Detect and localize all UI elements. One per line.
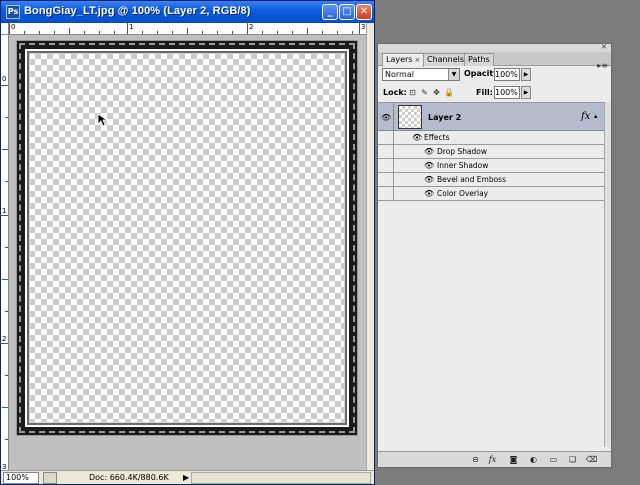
new-layer-icon[interactable]: ❏ (567, 455, 578, 465)
horizontal-ruler[interactable]: 0 1 2 3 (9, 22, 366, 35)
effect-visibility-col (378, 187, 394, 201)
status-bar: 100% Doc: 660.4K/880.6K ▶ (1, 470, 374, 484)
effect-label: Drop Shadow (437, 147, 488, 156)
eye-icon[interactable]: 👁 (424, 147, 434, 156)
group-icon[interactable]: ▭ (548, 455, 559, 465)
fill-label: Fill: (476, 88, 493, 97)
lock-transparent-icon[interactable]: ⊡ (408, 88, 417, 97)
frame-highlight (19, 43, 355, 433)
effects-header-row[interactable]: 👁 Effects (378, 131, 604, 145)
fill-field[interactable]: 100% (494, 86, 520, 99)
adjustment-icon[interactable]: ◐ (528, 455, 539, 465)
photoshop-icon: Ps (6, 5, 20, 19)
document-titlebar[interactable]: Ps BongGiay_LT.jpg @ 100% (Layer 2, RGB/… (1, 1, 374, 23)
tab-label: Layers (386, 55, 413, 64)
effect-visibility-col (378, 145, 394, 159)
doc-size-info: Doc: 660.4K/880.6K (89, 473, 169, 482)
effect-label: Color Overlay (437, 189, 489, 198)
eye-icon[interactable]: 👁 (412, 133, 422, 142)
fx-icon[interactable]: fx (487, 455, 498, 465)
expand-effects-icon[interactable]: ▴ (594, 112, 598, 120)
effect-row[interactable]: 👁 Color Overlay (378, 187, 604, 201)
effect-label: Inner Shadow (437, 161, 489, 170)
vertical-scrollbar[interactable] (366, 23, 374, 470)
chevron-down-icon: ▼ (448, 69, 459, 80)
blend-mode-value: Normal (385, 70, 414, 79)
blend-mode-select[interactable]: Normal ▼ (382, 68, 460, 81)
visibility-toggle[interactable]: 👁 (378, 103, 394, 131)
lock-row: Lock: ⊡ ✎ ✥ 🔒 Fill: 100% ▶ (382, 86, 608, 100)
canvas-area[interactable] (9, 35, 366, 470)
image-canvas[interactable] (17, 41, 357, 435)
effect-visibility-col (378, 159, 394, 173)
fill-slider-arrow-icon[interactable]: ▶ (521, 86, 531, 99)
ruler-origin[interactable] (1, 23, 9, 35)
eye-icon[interactable]: 👁 (424, 161, 434, 170)
lock-all-icon[interactable]: 🔒 (444, 88, 454, 97)
effect-row[interactable]: 👁 Bevel and Emboss (378, 173, 604, 187)
effects-header: Effects (424, 133, 450, 142)
layer-name[interactable]: Layer 2 (428, 113, 461, 122)
maximize-button[interactable]: □ (339, 4, 355, 20)
tab-channels[interactable]: Channels (423, 53, 469, 66)
close-button[interactable]: ✕ (356, 4, 372, 20)
lock-image-icon[interactable]: ✎ (420, 88, 429, 97)
ruler-number: 3 (361, 23, 366, 31)
link-icon[interactable]: ⊝ (470, 455, 481, 465)
tab-close-icon[interactable]: × (414, 56, 420, 64)
tab-paths[interactable]: Paths (464, 53, 494, 66)
tab-label: Channels (427, 55, 465, 64)
eye-icon[interactable]: 👁 (424, 189, 434, 198)
status-info-icon[interactable] (43, 472, 57, 484)
lock-position-icon[interactable]: ✥ (432, 88, 441, 97)
layers-scrollbar[interactable] (604, 102, 611, 447)
lock-label: Lock: (383, 88, 407, 97)
ruler-number: 0 (2, 75, 7, 83)
ruler-number: 1 (2, 207, 7, 215)
trash-icon[interactable]: ⌫ (586, 455, 597, 465)
minimize-button[interactable]: _ (322, 4, 338, 20)
ruler-number: 2 (249, 23, 254, 31)
panel-tabs: Layers × Channels Paths ▸≡ (378, 52, 611, 70)
vertical-ruler[interactable]: 0 1 2 3 (0, 35, 9, 471)
zoom-field[interactable]: 100% (3, 472, 39, 484)
ruler-number: 0 (11, 23, 16, 31)
horizontal-scrollbar[interactable] (191, 472, 371, 484)
effect-visibility-col (378, 173, 394, 187)
move-cursor-icon (97, 113, 109, 127)
layer-list: 👁 Layer 2 fx ▴ 👁 Effects 👁 Drop Shadow 👁… (378, 102, 604, 447)
panel-footer: ⊝ fx ◙ ◐ ▭ ❏ ⌫ (378, 451, 611, 467)
effect-label: Bevel and Emboss (437, 175, 506, 184)
panel-close-icon[interactable]: ✕ (601, 43, 607, 51)
effect-visibility-col (378, 131, 394, 145)
document-title: BongGiay_LT.jpg @ 100% (Layer 2, RGB/8) (24, 5, 251, 17)
status-menu-arrow-icon[interactable]: ▶ (183, 473, 189, 482)
layer-thumbnail[interactable] (398, 105, 422, 129)
blend-row: Normal ▼ Opacity: 100% ▶ (382, 68, 608, 82)
ruler-number: 2 (2, 335, 7, 343)
tab-layers[interactable]: Layers × (382, 53, 425, 67)
fx-icon[interactable]: fx (581, 111, 590, 122)
opacity-field[interactable]: 100% (494, 68, 520, 81)
opacity-slider-arrow-icon[interactable]: ▶ (521, 68, 531, 81)
ruler-number: 1 (129, 23, 134, 31)
eye-icon[interactable]: 👁 (424, 175, 434, 184)
tab-label: Paths (468, 55, 490, 64)
panel-drag-bar[interactable]: ✕ (378, 43, 611, 52)
layers-panel: ✕ Layers × Channels Paths ▸≡ Normal ▼ Opa… (377, 43, 612, 468)
layer-row[interactable]: 👁 Layer 2 fx ▴ (378, 103, 604, 131)
eye-icon: 👁 (381, 113, 392, 122)
document-window: Ps BongGiay_LT.jpg @ 100% (Layer 2, RGB/… (0, 0, 375, 485)
mask-icon[interactable]: ◙ (508, 455, 519, 465)
effect-row[interactable]: 👁 Inner Shadow (378, 159, 604, 173)
effect-row[interactable]: 👁 Drop Shadow (378, 145, 604, 159)
